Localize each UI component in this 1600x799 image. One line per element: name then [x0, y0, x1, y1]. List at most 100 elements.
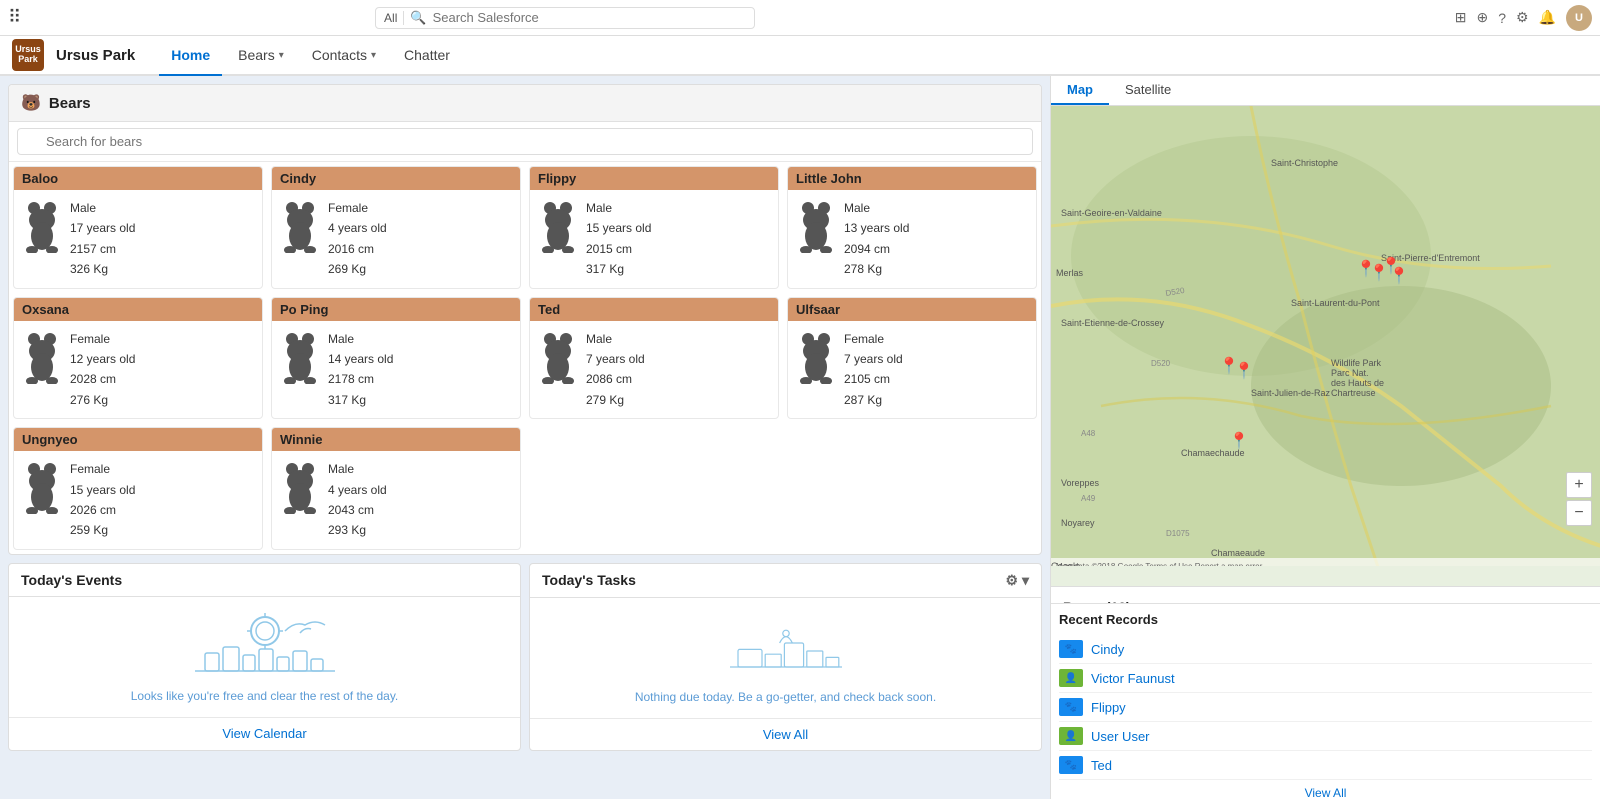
events-empty-message: Looks like you're free and clear the res…: [131, 689, 399, 703]
recent-record-icon: 👤: [1059, 727, 1083, 745]
recent-record-name[interactable]: User User: [1091, 729, 1150, 744]
bears-section: 🐻 Bears Baloo Male 17 years old 2157 cm …: [8, 84, 1042, 555]
nav-item-chatter[interactable]: Chatter: [392, 36, 462, 76]
bear-card[interactable]: Po Ping Male 14 years old 2178 cm 317 Kg: [271, 297, 521, 420]
bears-arrow-icon: ▾: [279, 50, 284, 61]
recent-record-icon: 🐾: [1059, 640, 1083, 658]
nav-app-name: Ursus Park: [56, 47, 135, 64]
topbar-right: ⊞ ⊕ ? ⚙ 🔔 U: [1455, 5, 1592, 31]
bear-kg: 276 Kg: [70, 390, 135, 410]
view-calendar-link[interactable]: View Calendar: [9, 717, 520, 749]
svg-text:A48: A48: [1081, 429, 1096, 438]
map-tab-map[interactable]: Map: [1051, 76, 1109, 105]
bears-section-title: Bears: [49, 95, 91, 112]
bear-card-info: Female 12 years old 2028 cm 276 Kg: [70, 329, 135, 411]
bear-card-body: Female 4 years old 2016 cm 269 Kg: [272, 190, 520, 288]
map-zoom-controls: + −: [1566, 472, 1592, 526]
bear-card[interactable]: Cindy Female 4 years old 2016 cm 269 Kg: [271, 166, 521, 289]
svg-text:A49: A49: [1081, 494, 1096, 503]
recent-record-name[interactable]: Cindy: [1091, 642, 1124, 657]
zoom-out-button[interactable]: −: [1566, 500, 1592, 526]
map-tab-satellite[interactable]: Satellite: [1109, 76, 1187, 105]
todays-events-title: Today's Events: [21, 572, 122, 588]
recent-icon-symbol: 👤: [1065, 731, 1077, 742]
bear-card-icon: [538, 198, 578, 261]
svg-text:Noyarey: Noyarey: [1061, 518, 1095, 528]
recent-record-item[interactable]: 👤 Victor Faunust: [1059, 664, 1592, 693]
topbar-left: ⠿: [8, 7, 21, 28]
recent-icon-symbol: 🐾: [1065, 702, 1077, 713]
search-bar: All 🔍: [375, 7, 755, 29]
svg-text:D520: D520: [1151, 359, 1171, 368]
map-tabs: Map Satellite: [1051, 76, 1600, 106]
bear-card-body: Male 4 years old 2043 cm 293 Kg: [272, 451, 520, 549]
view-all-tasks-link[interactable]: View All: [530, 718, 1041, 750]
bear-gender: Female: [328, 198, 387, 218]
bear-cm: 2086 cm: [586, 369, 645, 389]
add-icon[interactable]: ⊕: [1476, 9, 1488, 26]
bear-age: 7 years old: [586, 349, 645, 369]
right-panel: Map Satellite: [1050, 76, 1600, 799]
recent-record-item[interactable]: 🐾 Flippy: [1059, 693, 1592, 722]
bear-card-icon: [22, 459, 62, 522]
bear-kg: 317 Kg: [328, 390, 393, 410]
main-layout: 🐻 Bears Baloo Male 17 years old 2157 cm …: [0, 76, 1600, 799]
tasks-filter-icon[interactable]: ⚙ ▾: [1006, 572, 1029, 589]
bear-card[interactable]: Little John Male 13 years old 2094 cm 27…: [787, 166, 1037, 289]
topbar: ⠿ All 🔍 ⊞ ⊕ ? ⚙ 🔔 U: [0, 0, 1600, 36]
recent-view-all-link[interactable]: View All: [1059, 780, 1592, 799]
bear-card-name: Ulfsaar: [788, 298, 1036, 321]
recent-record-name[interactable]: Ted: [1091, 758, 1112, 773]
search-input[interactable]: [433, 10, 746, 25]
avatar[interactable]: U: [1566, 5, 1592, 31]
todays-events-panel: Today's Events: [8, 563, 521, 751]
bear-card[interactable]: Ungnyeo Female 15 years old 2026 cm 259 …: [13, 427, 263, 550]
search-filter[interactable]: All: [384, 11, 404, 25]
bear-kg: 278 Kg: [844, 259, 909, 279]
bear-age: 15 years old: [586, 218, 651, 238]
bear-card[interactable]: Ulfsaar Female 7 years old 2105 cm 287 K…: [787, 297, 1037, 420]
recent-icon-symbol: 🐾: [1065, 644, 1077, 655]
bear-card[interactable]: Ted Male 7 years old 2086 cm 279 Kg: [529, 297, 779, 420]
bear-card[interactable]: Baloo Male 17 years old 2157 cm 326 Kg: [13, 166, 263, 289]
bear-card[interactable]: Flippy Male 15 years old 2015 cm 317 Kg: [529, 166, 779, 289]
events-empty-illustration: [185, 611, 345, 681]
recent-icon-symbol: 🐾: [1065, 760, 1077, 771]
recent-record-name[interactable]: Flippy: [1091, 700, 1126, 715]
bear-card-info: Female 15 years old 2026 cm 259 Kg: [70, 459, 135, 541]
nav-item-home[interactable]: Home: [159, 36, 222, 76]
bear-card-icon: [280, 459, 320, 522]
bear-card-name: Ungnyeo: [14, 428, 262, 451]
todays-tasks-panel: Today's Tasks ⚙ ▾ Nothing due today.: [529, 563, 1042, 751]
help-icon[interactable]: ?: [1498, 10, 1506, 26]
todays-tasks-header: Today's Tasks ⚙ ▾: [530, 564, 1041, 598]
bear-card-info: Male 15 years old 2015 cm 317 Kg: [586, 198, 651, 280]
recent-record-item[interactable]: 🐾 Cindy: [1059, 635, 1592, 664]
navbar: Ursus Park Ursus Park Home Bears ▾ Conta…: [0, 36, 1600, 76]
app-logo-text: Ursus Park: [12, 45, 44, 65]
bears-search-input[interactable]: [17, 128, 1033, 155]
bear-kg: 269 Kg: [328, 259, 387, 279]
settings-icon[interactable]: ⚙: [1516, 9, 1529, 26]
bear-kg: 287 Kg: [844, 390, 903, 410]
bear-cm: 2105 cm: [844, 369, 903, 389]
recent-record-item[interactable]: 🐾 Ted: [1059, 751, 1592, 780]
bear-card[interactable]: Winnie Male 4 years old 2043 cm 293 Kg: [271, 427, 521, 550]
nav-item-contacts[interactable]: Contacts ▾: [300, 36, 388, 76]
bears-grid: Baloo Male 17 years old 2157 cm 326 Kg C…: [9, 162, 1041, 554]
bear-gender: Male: [844, 198, 909, 218]
bears-search-bar: [9, 122, 1041, 162]
svg-text:Saint-Christophe: Saint-Christophe: [1271, 158, 1338, 168]
recent-record-name[interactable]: Victor Faunust: [1091, 671, 1175, 686]
bell-icon[interactable]: 🔔: [1539, 9, 1556, 26]
bear-gender: Female: [70, 459, 135, 479]
bear-card[interactable]: Oxsana Female 12 years old 2028 cm 276 K…: [13, 297, 263, 420]
layout-icon[interactable]: ⊞: [1455, 9, 1467, 26]
bear-card-name: Winnie: [272, 428, 520, 451]
zoom-in-button[interactable]: +: [1566, 472, 1592, 498]
bottom-panels: Today's Events: [8, 563, 1042, 751]
nav-item-bears[interactable]: Bears ▾: [226, 36, 296, 76]
recent-record-item[interactable]: 👤 User User: [1059, 722, 1592, 751]
bear-age: 4 years old: [328, 218, 387, 238]
grid-icon[interactable]: ⠿: [8, 7, 21, 28]
